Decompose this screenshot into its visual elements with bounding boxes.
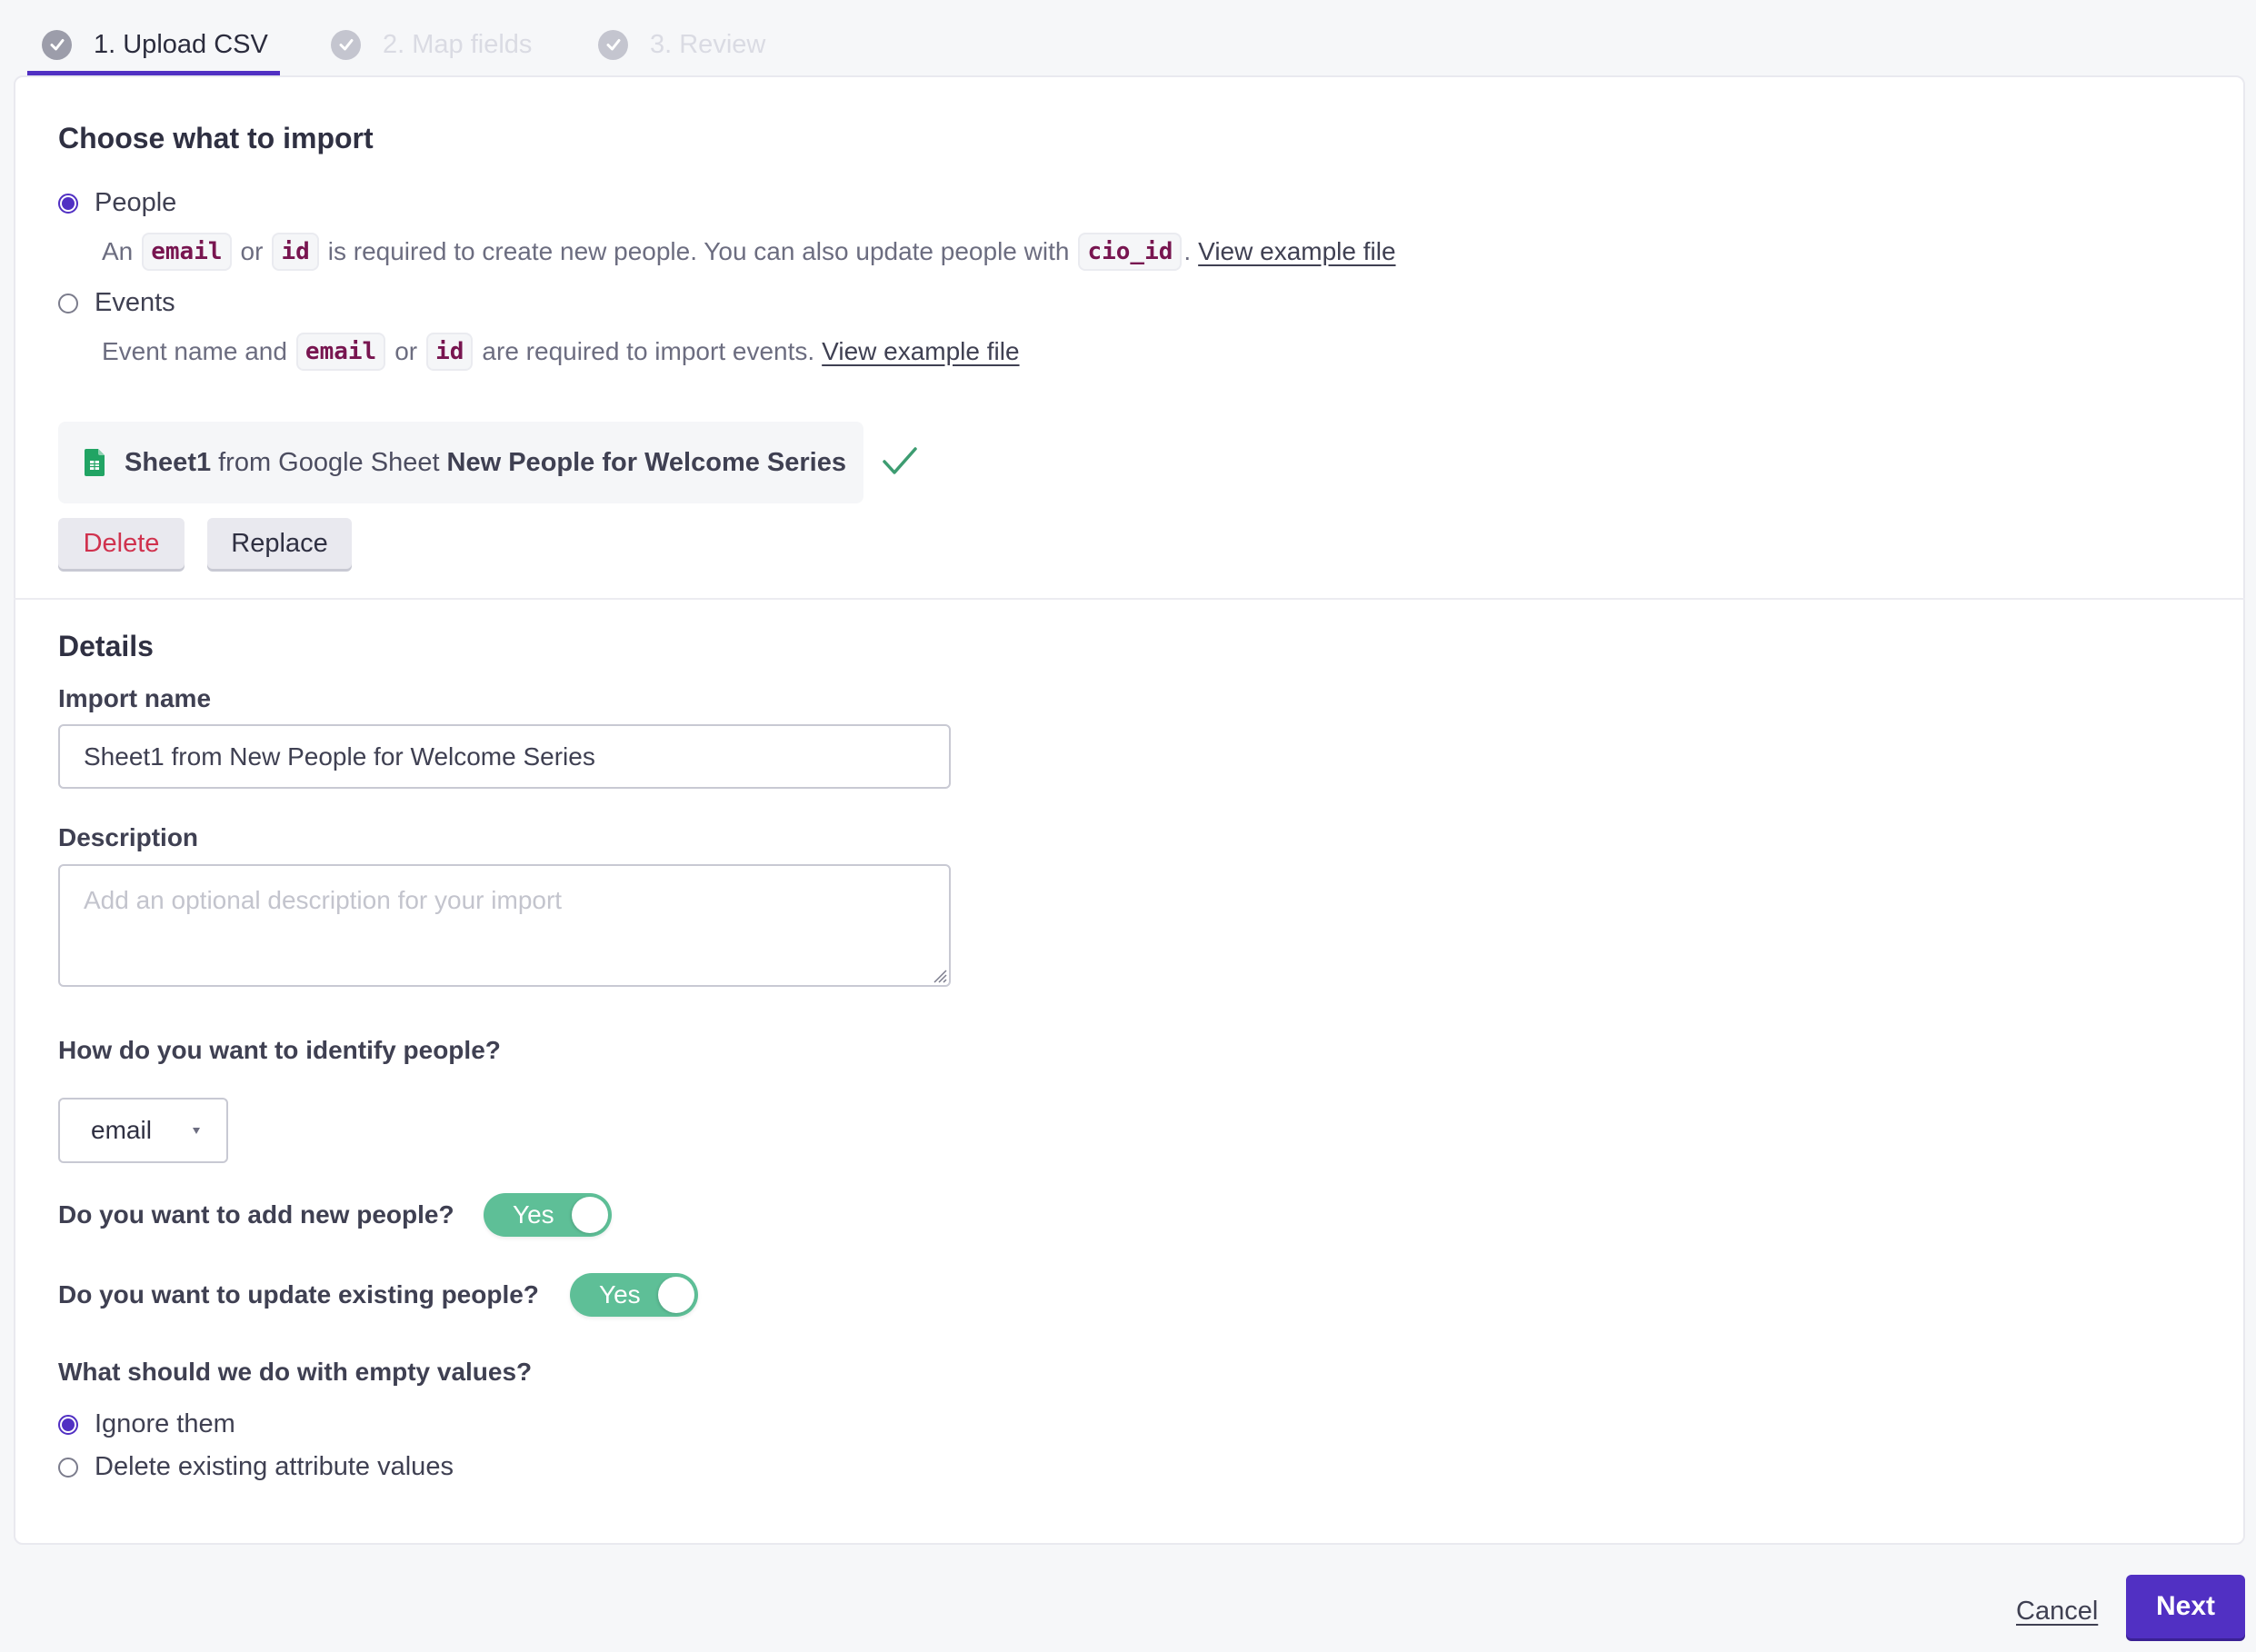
delete-button[interactable]: Delete [58,518,185,569]
code-id: id [272,233,319,271]
tab-review[interactable]: 3. Review [598,20,765,69]
toggle-knob [658,1277,694,1313]
code-email: email [142,233,232,271]
radio-people[interactable] [58,193,78,214]
tab-map-fields[interactable]: 2. Map fields [331,20,532,69]
radio-label: Events [95,288,175,317]
tab-label: 2. Map fields [383,29,533,59]
help-text: are required to import events. [482,337,815,365]
replace-button[interactable]: Replace [207,518,352,569]
add-new-people-label: Do you want to add new people? [58,1200,454,1229]
import-form-panel [14,75,2245,1545]
toggle-knob [572,1197,608,1233]
radio-option-events[interactable]: Events [58,288,175,318]
radio-ignore-them[interactable] [58,1414,78,1435]
spreadsheet-name: New People for Welcome Series [446,447,846,477]
section-divider [14,598,2245,600]
events-help-text: Event name and email or id are required … [102,333,1020,371]
tab-label: 3. Review [650,29,766,59]
section-heading-choose-import: Choose what to import [58,122,374,154]
toggle-state-label: Yes [599,1280,641,1309]
google-sheets-icon [85,449,105,476]
import-name-value: Sheet1 from New People for Welcome Serie… [84,741,595,771]
radio-delete-existing[interactable] [58,1457,78,1478]
view-example-file-link-events[interactable]: View example file [822,337,1019,366]
help-text: or [394,337,418,365]
update-existing-label: Do you want to update existing people? [58,1280,539,1309]
help-text: An [102,237,134,265]
check-circle-icon [598,29,628,60]
tab-label: 1. Upload CSV [94,29,268,59]
radio-events[interactable] [58,293,78,313]
next-button[interactable]: Next [2126,1575,2245,1638]
view-example-file-link-people[interactable]: View example file [1198,237,1395,266]
check-circle-icon [42,29,72,60]
check-icon [883,447,917,474]
radio-label: People [95,188,177,217]
help-text: . [1183,237,1192,265]
radio-label: Delete existing attribute values [95,1452,454,1481]
add-new-people-toggle[interactable]: Yes [484,1193,612,1237]
import-name-input[interactable]: Sheet1 from New People for Welcome Serie… [58,724,951,789]
people-help-text: An email or id is required to create new… [102,233,1396,271]
identify-people-label: How do you want to identify people? [58,1036,501,1064]
code-email: email [295,333,386,371]
radio-option-people[interactable]: People [58,188,176,218]
code-cio-id: cio_id [1078,233,1183,271]
radio-label: Ignore them [95,1409,235,1438]
radio-option-ignore[interactable]: Ignore them [58,1409,235,1439]
cancel-link[interactable]: Cancel [2016,1597,2098,1627]
import-name-label: Import name [58,684,212,712]
empty-values-label: What should we do with empty values? [58,1358,533,1386]
radio-option-delete-existing[interactable]: Delete existing attribute values [58,1452,454,1482]
code-id: id [426,333,474,371]
sheet-name: Sheet1 [125,447,212,477]
caret-down-icon [193,1128,200,1134]
description-textarea[interactable]: Add an optional description for your imp… [58,864,951,987]
selected-source: Sheet1 from Google Sheet New People for … [58,422,863,503]
help-text: or [240,237,264,265]
help-text: is required to create new people. You ca… [327,237,1070,265]
section-heading-details: Details [58,630,154,662]
source-middle-text: from Google Sheet [218,447,440,477]
update-existing-people-toggle[interactable]: Yes [570,1273,698,1317]
identify-people-value: email [91,1116,152,1144]
identify-people-select[interactable]: email [58,1098,228,1163]
description-placeholder: Add an optional description for your imp… [84,886,563,914]
description-label: Description [58,823,199,851]
wizard-steps: 1. Upload CSV 2. Map fields 3. Review [0,0,2256,76]
check-circle-icon [331,29,361,60]
resize-handle-icon[interactable] [929,965,947,983]
tab-upload-csv[interactable]: 1. Upload CSV [42,20,268,69]
toggle-state-label: Yes [513,1200,554,1229]
help-text: Event name and [102,337,287,365]
